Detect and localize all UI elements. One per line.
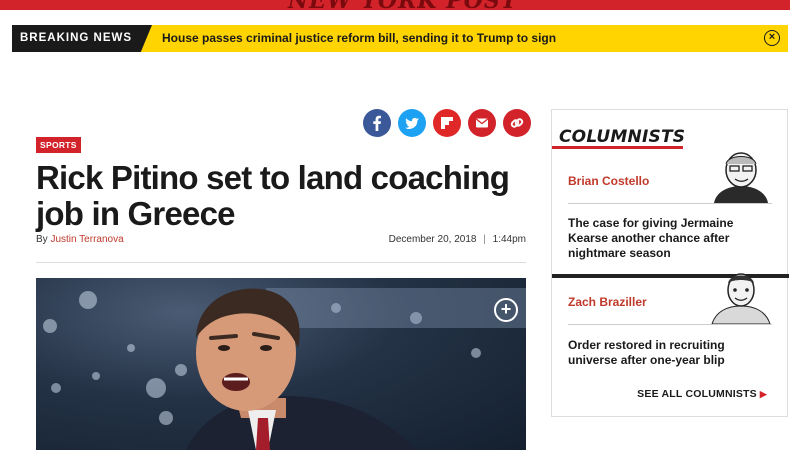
byline-prefix: By [36, 234, 51, 245]
article-title: Rick Pitino set to land coaching job in … [36, 159, 510, 232]
photo-scene [43, 288, 526, 450]
section-tag[interactable]: SPORTS [36, 137, 81, 153]
date-separator: | [483, 234, 486, 245]
flipboard-icon[interactable] [433, 109, 461, 137]
columnist-avatar[interactable] [710, 269, 772, 324]
top-brand-bar: NEW YORK POST [0, 0, 790, 10]
author-link[interactable]: Justin Terranova [50, 234, 123, 245]
facebook-icon[interactable] [363, 109, 391, 137]
columnist-name[interactable]: Zach Braziller [568, 295, 647, 309]
columnist-article-link[interactable]: Order restored in recruiting universe af… [568, 338, 774, 368]
article-photo[interactable]: + [36, 278, 526, 450]
breaking-news-headline[interactable]: House passes criminal justice reform bil… [162, 25, 556, 52]
link-icon[interactable] [503, 109, 531, 137]
byline: By Justin Terranova [36, 234, 124, 245]
columnists-heading[interactable]: COLUMNISTS [559, 127, 685, 147]
columnist-divider [568, 203, 772, 204]
publish-time: 1:44pm [492, 234, 526, 245]
breaking-news-label: BREAKING NEWS [12, 25, 152, 52]
breaking-news-banner[interactable]: BREAKING NEWS House passes criminal just… [12, 25, 788, 52]
close-icon[interactable]: × [764, 30, 780, 46]
see-all-label: SEE ALL COLUMNISTS [637, 388, 757, 400]
see-all-columnists-link[interactable]: SEE ALL COLUMNISTS ▶ [637, 388, 767, 400]
chevron-right-icon: ▶ [759, 389, 767, 399]
columnist-article-link[interactable]: The case for giving Jermaine Kearse anot… [568, 216, 774, 261]
publish-date: December 20, 2018 [388, 234, 477, 245]
columnist-divider [568, 324, 772, 325]
columnists-panel: COLUMNISTS Brian Costello The case for g… [551, 109, 789, 417]
twitter-icon[interactable] [398, 109, 426, 137]
columnist-name[interactable]: Brian Costello [568, 174, 649, 188]
byline-divider [36, 262, 526, 263]
site-logo[interactable]: NEW YORK POST [288, 0, 518, 10]
email-icon[interactable] [468, 109, 496, 137]
heading-underline [552, 146, 683, 149]
columnist-avatar[interactable] [710, 148, 772, 203]
dateline: December 20, 2018 | 1:44pm [389, 234, 526, 245]
expand-photo-icon[interactable]: + [494, 298, 518, 322]
